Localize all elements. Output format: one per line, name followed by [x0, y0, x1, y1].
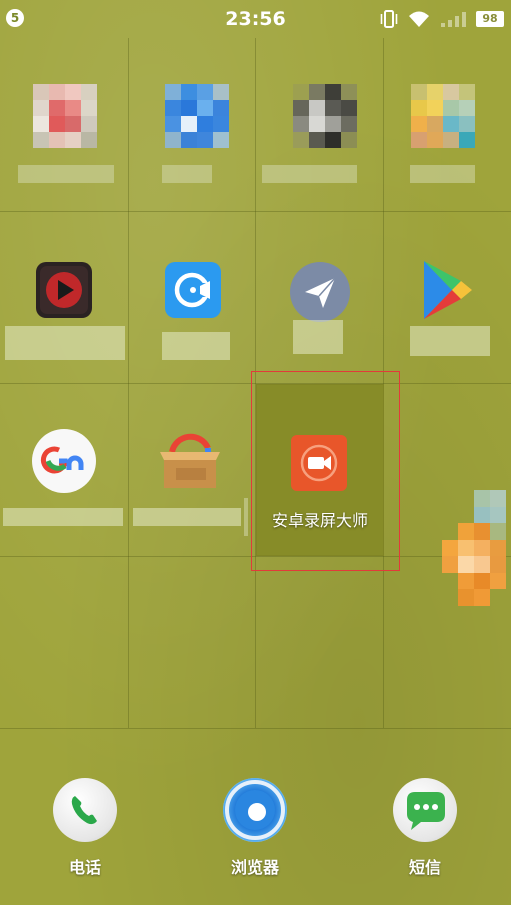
status-bar: 5 23:56 98 [0, 0, 511, 38]
blurred-app-icon[interactable] [293, 84, 357, 148]
sms-app-icon[interactable] [393, 778, 457, 842]
gms-box-icon [160, 433, 220, 488]
blurred-app-label [5, 326, 125, 360]
gms-installer-app-icon[interactable] [158, 430, 224, 492]
blurred-app-icon[interactable] [442, 490, 506, 606]
blurred-app-label [262, 165, 357, 183]
sms-label: 短信 [408, 858, 441, 877]
chat-bubble-icon [407, 792, 445, 830]
blurred-app-icon[interactable] [33, 84, 97, 148]
blurred-app-label [162, 332, 230, 360]
blurred-app-label [293, 320, 343, 354]
paper-plane-icon [290, 262, 350, 322]
status-time: 23:56 [225, 8, 286, 30]
play-store-app-icon[interactable] [420, 259, 474, 321]
battery-icon: 98 [476, 11, 504, 27]
blurred-app-label [410, 165, 475, 183]
google-go-icon [32, 429, 96, 493]
screen-capture-app-icon[interactable] [164, 261, 222, 319]
signal-icon [441, 12, 466, 27]
phone-label: 电话 [68, 858, 101, 877]
blurred-app-label [18, 165, 114, 183]
blurred-app-label [410, 326, 490, 356]
wifi-icon [409, 11, 429, 27]
vibrate-icon [380, 10, 398, 28]
blurred-app-label [3, 508, 123, 526]
browser-app-icon[interactable] [223, 778, 287, 842]
google-go-app-icon[interactable] [31, 428, 97, 494]
scroll-indicator [244, 498, 248, 536]
recorder-circle-icon [165, 262, 221, 318]
phone-icon [71, 796, 97, 825]
grid-line [0, 728, 511, 729]
blurred-app-label [162, 165, 212, 183]
play-icon [36, 262, 92, 318]
browser-compass-icon [225, 780, 285, 840]
phone-app-icon[interactable] [53, 778, 117, 842]
blurred-app-icon[interactable] [411, 84, 475, 148]
browser-label: 浏览器 [230, 858, 279, 877]
blurred-app-icon[interactable] [165, 84, 229, 148]
selection-highlight-box [251, 371, 400, 571]
grid-line [0, 211, 511, 212]
paper-plane-app-icon[interactable] [289, 261, 351, 323]
play-store-icon [424, 261, 472, 319]
blurred-app-label [133, 508, 241, 526]
video-player-app-icon[interactable] [35, 261, 93, 319]
